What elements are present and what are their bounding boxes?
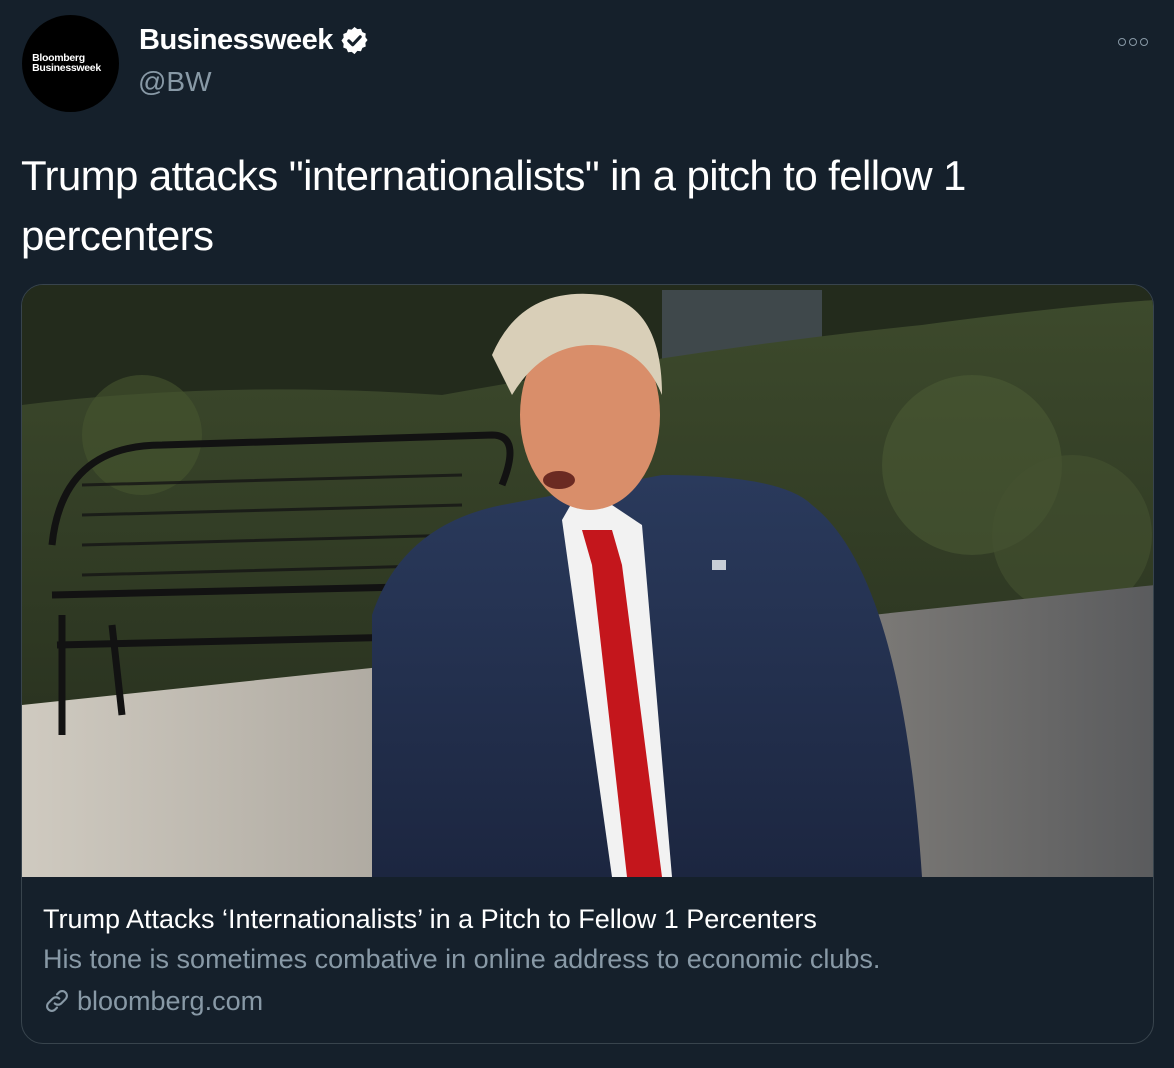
link-card[interactable]: Trump Attacks ‘Internationalists’ in a P… [21,284,1154,1044]
logo-line-1: Bloomberg [32,51,85,64]
link-icon [46,990,68,1012]
card-domain: bloomberg.com [43,979,1133,1023]
display-name-text: Businessweek [139,24,333,56]
verified-badge-icon [341,26,368,55]
card-image [22,285,1153,877]
display-name[interactable]: Businessweek [139,24,370,57]
account-handle[interactable]: @BW [138,66,212,98]
logo-line-2: Businessweek [32,61,101,74]
card-domain-text: bloomberg.com [77,986,264,1016]
avatar[interactable]: Bloomberg Businessweek [22,15,119,112]
more-dot [1140,38,1148,46]
tweet-text: Trump attacks "internationalists" in a p… [21,152,966,259]
bloomberg-businessweek-logo: Bloomberg Businessweek [32,51,101,74]
card-description: His tone is sometimes combative in onlin… [43,944,881,974]
more-dot [1129,38,1137,46]
more-options-icon[interactable] [1118,34,1154,50]
card-title: Trump Attacks ‘Internationalists’ in a P… [43,904,817,934]
more-dot [1118,38,1126,46]
card-info: Trump Attacks ‘Internationalists’ in a P… [43,899,1133,1023]
